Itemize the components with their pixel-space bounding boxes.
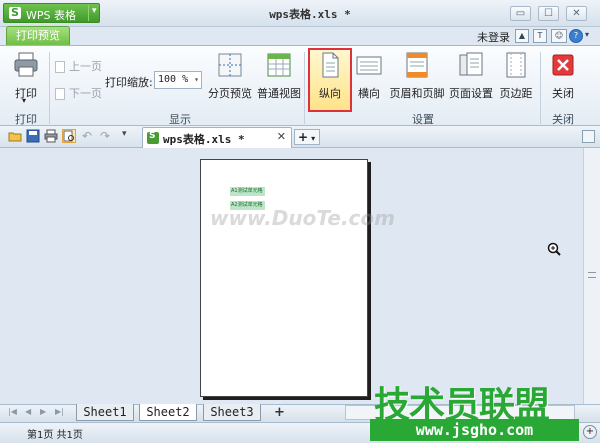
help-button[interactable]: ? <box>569 29 583 43</box>
portrait-button[interactable]: 纵向 <box>310 51 350 107</box>
group-label-close: 关闭 <box>552 113 574 126</box>
header-footer-label: 页眉和页脚 <box>389 87 445 100</box>
margins-icon <box>503 51 529 79</box>
zoom-in-icon[interactable]: + <box>583 425 597 439</box>
save-icon[interactable] <box>26 129 40 143</box>
app-name: WPS 表格 <box>26 9 76 22</box>
page-setup-button[interactable]: 页面设置 <box>448 51 494 107</box>
window-title: wps表格.xls * <box>269 8 351 21</box>
app-menu-separator <box>88 5 89 21</box>
group-label-print: 打印 <box>15 113 37 126</box>
normal-view-button[interactable]: 普通视图 <box>256 51 302 107</box>
page-break-label: 分页预览 <box>208 87 252 100</box>
sheet-tab-1[interactable]: Sheet1 <box>76 404 134 421</box>
ribbon-divider <box>304 52 305 124</box>
shirt-icon: T <box>537 31 543 40</box>
page-status: 第1页 共1页 <box>27 430 83 441</box>
chevron-down-icon: ▾ <box>92 6 97 16</box>
restore-button[interactable]: ▭ <box>510 6 531 21</box>
header-footer-button[interactable]: 页眉和页脚 <box>388 51 446 107</box>
zoom-value: 100 % <box>158 74 189 85</box>
normal-view-label: 普通视图 <box>257 87 301 100</box>
new-tab-button[interactable]: + ▾ <box>294 129 320 145</box>
header-footer-icon <box>404 51 430 79</box>
close-icon: ✕ <box>572 8 581 19</box>
chevron-up-icon: ▲ <box>518 31 526 40</box>
restore-icon: ▭ <box>515 8 526 19</box>
skin-button[interactable]: T <box>533 29 547 43</box>
ribbon-divider <box>540 52 541 124</box>
prev-page-label: 上一页 <box>69 60 102 73</box>
sheet-tab-2[interactable]: Sheet2 <box>139 404 197 421</box>
jsgho-watermark-url: www.jsgho.com <box>370 419 579 441</box>
printer-icon <box>13 51 39 79</box>
login-link[interactable]: 未登录 <box>477 29 510 45</box>
document-tab[interactable]: wps表格.xls * ✕ <box>142 127 292 148</box>
zoom-cursor-icon <box>547 242 561 256</box>
close-preview-label: 关闭 <box>552 87 574 100</box>
chevron-down-icon: ▾ <box>194 75 199 84</box>
close-red-icon <box>550 51 576 79</box>
page-setup-icon <box>458 51 484 79</box>
group-label-settings: 设置 <box>412 113 434 126</box>
print-dropdown-icon[interactable]: ▾ <box>22 96 26 105</box>
page-setup-label: 页面设置 <box>449 87 493 100</box>
portrait-page-icon <box>317 51 343 79</box>
preview-page: A1测试单元格 A2测试单元格 <box>200 159 368 397</box>
add-sheet-button[interactable]: + <box>274 405 285 420</box>
maximize-button[interactable]: ☐ <box>538 6 559 21</box>
margins-label: 页边距 <box>499 87 533 100</box>
chevron-down-icon: ▾ <box>311 134 316 143</box>
app-menu-button[interactable]: WPS 表格 ▾ <box>3 3 100 23</box>
user-icon: ☺ <box>554 31 564 40</box>
tab-print-preview[interactable]: 打印预览 <box>6 26 70 45</box>
open-icon[interactable] <box>8 129 22 143</box>
spreadsheet-icon <box>147 131 159 144</box>
window-list-icon[interactable] <box>582 130 595 143</box>
prev-sheet-icon[interactable]: ◀ <box>25 407 31 416</box>
plus-icon: + <box>298 130 309 144</box>
close-window-button[interactable]: ✕ <box>566 6 587 21</box>
prev-page-button[interactable]: 上一页 <box>55 58 102 74</box>
print-preview-icon[interactable] <box>62 129 76 143</box>
sheet-tab-3[interactable]: Sheet3 <box>203 404 261 421</box>
next-sheet-icon[interactable]: ▶ <box>40 407 46 416</box>
zoom-select[interactable]: 100 % ▾ <box>154 71 202 89</box>
close-icon[interactable]: ✕ <box>277 130 286 143</box>
duote-watermark: www.DuoTe.com <box>210 206 395 230</box>
group-label-display: 显示 <box>169 113 191 126</box>
print-icon[interactable] <box>44 129 58 143</box>
last-sheet-icon[interactable]: ▶| <box>55 407 64 416</box>
document-tab-title: wps表格.xls * <box>163 133 245 146</box>
collapse-ribbon-button[interactable]: ▲ <box>515 29 529 43</box>
redo-icon[interactable]: ↷ <box>100 129 114 143</box>
preview-cell-a1: A1测试单元格 <box>230 187 265 196</box>
next-page-button[interactable]: 下一页 <box>55 85 102 101</box>
close-preview-button[interactable]: 关闭 <box>546 51 580 107</box>
landscape-button[interactable]: 横向 <box>354 51 384 107</box>
page-break-icon <box>217 51 243 79</box>
scroll-grip[interactable] <box>588 272 596 278</box>
ribbon-divider <box>49 52 50 124</box>
undo-icon[interactable]: ↶ <box>82 129 96 143</box>
page-up-icon <box>55 61 65 73</box>
page-break-preview-button[interactable]: 分页预览 <box>207 51 253 107</box>
maximize-icon: ☐ <box>544 8 553 19</box>
user-button[interactable]: ☺ <box>551 29 567 43</box>
next-page-label: 下一页 <box>69 87 102 100</box>
landscape-page-icon <box>356 51 382 79</box>
customize-toolbar-icon[interactable]: ▾ <box>122 129 136 143</box>
ribbon-tab-row <box>0 27 600 46</box>
zoom-label: 打印缩放: <box>105 76 153 89</box>
vertical-scrollbar[interactable] <box>583 148 600 404</box>
wps-logo-icon <box>9 6 21 19</box>
landscape-label: 横向 <box>358 87 380 100</box>
help-dropdown-icon[interactable]: ▾ <box>585 30 589 39</box>
portrait-label: 纵向 <box>319 87 341 100</box>
normal-view-icon <box>266 51 292 79</box>
help-icon: ? <box>573 31 579 40</box>
margins-button[interactable]: 页边距 <box>496 51 536 107</box>
first-sheet-icon[interactable]: |◀ <box>8 407 17 416</box>
page-down-icon <box>55 88 65 100</box>
